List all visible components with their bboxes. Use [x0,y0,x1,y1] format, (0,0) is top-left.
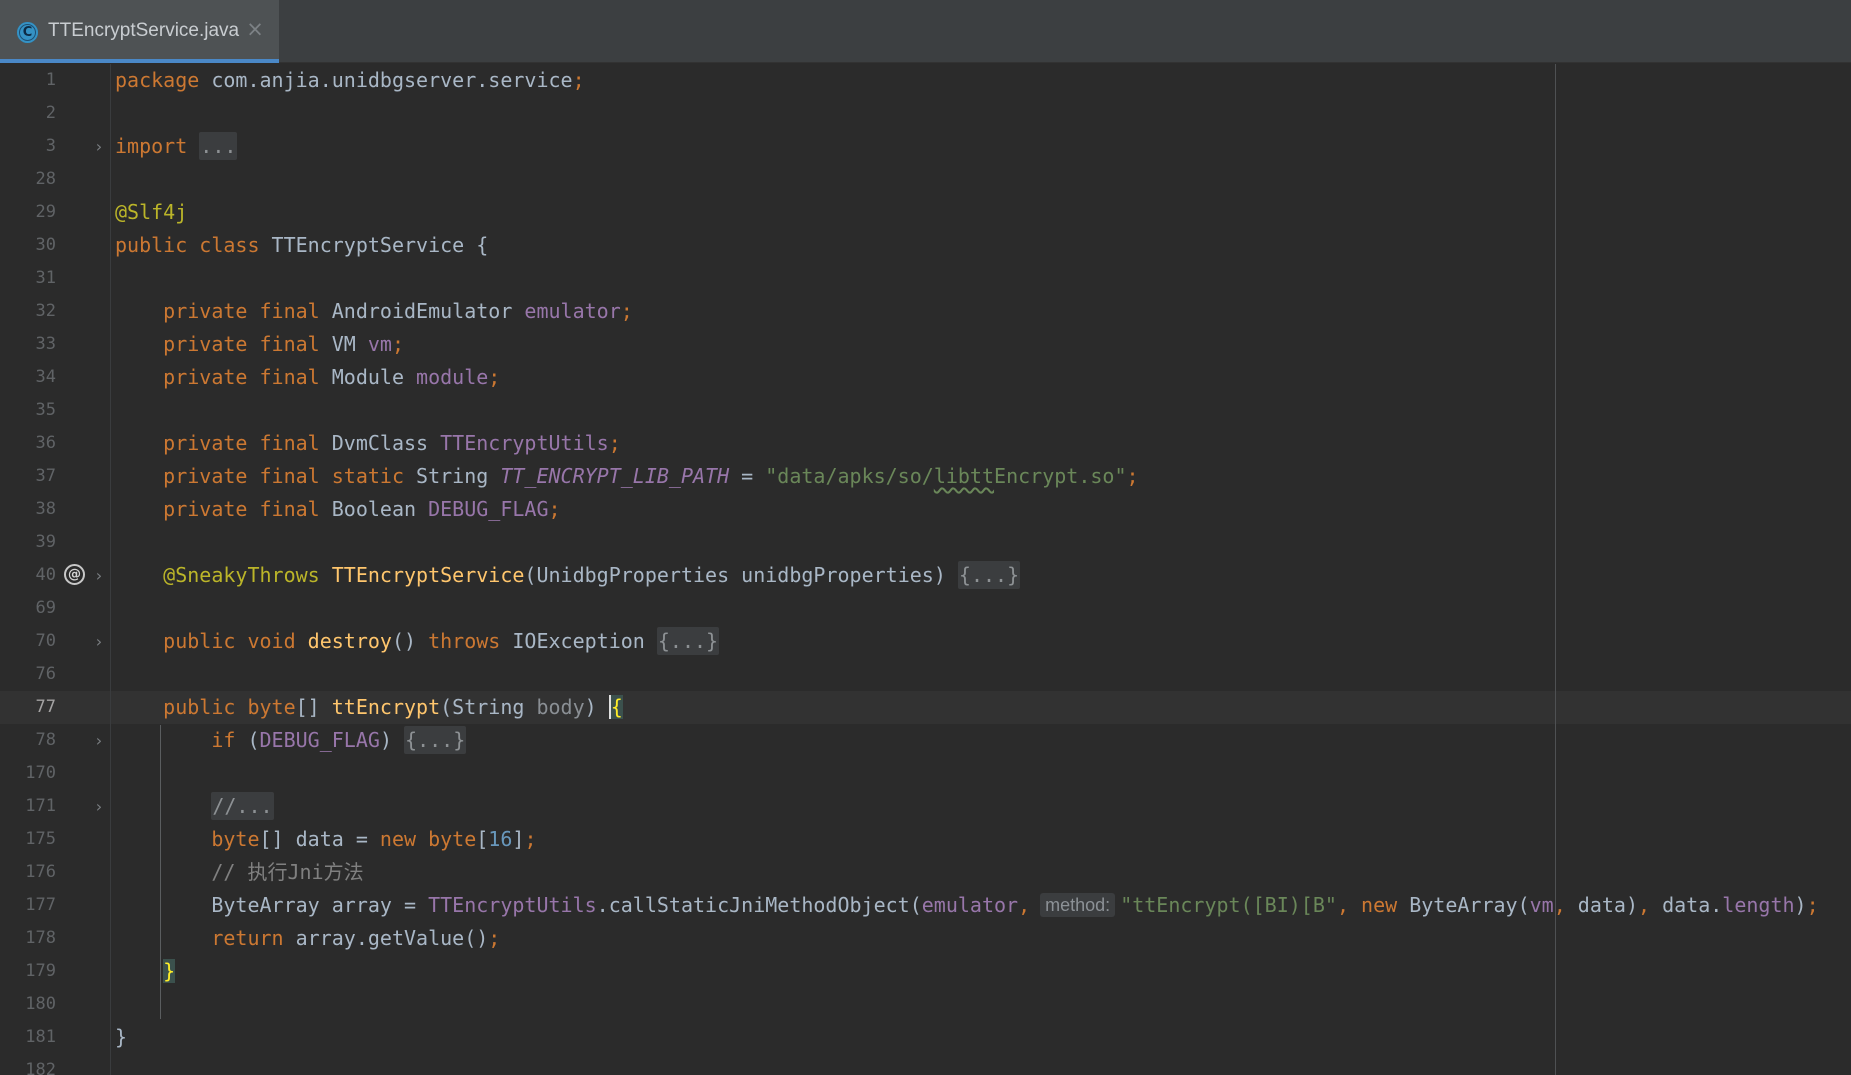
line-number: 29 [35,202,56,222]
code-text: private final static String TT_ENCRYPT_L… [163,464,1139,488]
line-number: 28 [35,169,56,189]
code-text: @SneakyThrows TTEncryptService(UnidbgPro… [163,561,1021,589]
code-text: private final Module module; [163,365,501,389]
line-number: 76 [35,664,56,684]
line-number: 32 [35,301,56,321]
code-line[interactable]: 37 private final static String TT_ENCRYP… [0,460,1851,493]
code-line[interactable]: 29 @Slf4j [0,196,1851,229]
line-number: 177 [25,895,56,915]
line-number: 179 [25,961,56,981]
code-text: import ... [115,132,238,160]
line-number: 40 [35,565,56,585]
chevron-right-icon[interactable]: › [92,625,106,658]
code-text: if (DEBUG_FLAG) {...} [211,726,467,754]
code-text: private final AndroidEmulator emulator; [163,299,633,323]
tab-title: TTEncryptService.java [48,20,240,41]
java-class-icon: C [17,22,38,43]
close-icon[interactable]: × [246,18,264,40]
code-line[interactable]: 178 return array.getValue(); [0,922,1851,955]
code-text: return array.getValue(); [211,926,501,950]
line-number: 175 [25,829,56,849]
code-text: //... [211,792,274,820]
line-number: 77 [35,697,56,717]
line-number: 1 [45,70,56,90]
code-text: public class TTEncryptService { [115,233,489,257]
code-line[interactable]: 38 private final Boolean DEBUG_FLAG; [0,493,1851,526]
line-number: 69 [35,598,56,618]
ide-window: C TTEncryptService.java × 1 package com.… [0,0,1851,1075]
line-number: 70 [35,631,56,651]
code-editor[interactable]: 1 package com.anjia.unidbgserver.service… [0,64,1851,1075]
line-number: 35 [35,400,56,420]
chevron-right-icon[interactable]: › [92,790,106,823]
code-line[interactable]: 35 [0,394,1851,427]
code-text: } [163,959,176,983]
code-line[interactable]: 36 private final DvmClass TTEncryptUtils… [0,427,1851,460]
code-text: private final Boolean DEBUG_FLAG; [163,497,561,521]
code-line-current[interactable]: 77 public byte[] ttEncrypt(String body) … [0,691,1851,724]
chevron-right-icon[interactable]: › [92,724,106,757]
code-line[interactable]: 175 byte[] data = new byte[16]; [0,823,1851,856]
line-number: 181 [25,1027,56,1047]
code-text: private final VM vm; [163,332,405,356]
code-line[interactable]: 177 ByteArray array = TTEncryptUtils.cal… [0,889,1851,922]
line-number: 33 [35,334,56,354]
code-line[interactable]: 181 } [0,1021,1851,1054]
code-text: private final DvmClass TTEncryptUtils; [163,431,621,455]
code-line[interactable]: 179 } [0,955,1851,988]
line-number: 30 [35,235,56,255]
code-line[interactable]: 176 // 执行Jni方法 [0,856,1851,889]
code-text: ByteArray array = TTEncryptUtils.callSta… [115,893,1819,917]
active-tab-indicator [0,59,279,63]
line-number: 171 [25,796,56,816]
code-line[interactable]: 69 [0,592,1851,625]
chevron-right-icon[interactable]: › [92,559,106,592]
line-number: 178 [25,928,56,948]
code-line[interactable]: 76 [0,658,1851,691]
line-number: 170 [25,763,56,783]
code-line[interactable]: 28 [0,163,1851,196]
line-number: 39 [35,532,56,552]
code-line[interactable]: 33 private final VM vm; [0,328,1851,361]
code-line[interactable]: 1 package com.anjia.unidbgserver.service… [0,64,1851,97]
code-line[interactable]: 34 private final Module module; [0,361,1851,394]
code-line[interactable]: 2 [0,97,1851,130]
code-line[interactable]: 3 › import ... [0,130,1851,163]
code-line[interactable]: 170 [0,757,1851,790]
code-line[interactable]: 180 [0,988,1851,1021]
line-number: 180 [25,994,56,1014]
line-number: 37 [35,466,56,486]
parameter-hint: method: [1040,893,1116,917]
code-line[interactable]: 30 public class TTEncryptService { [0,229,1851,262]
line-number: 34 [35,367,56,387]
code-text: } [115,1025,128,1049]
line-number: 182 [25,1060,56,1075]
line-number: 31 [35,268,56,288]
code-text: byte[] data = new byte[16]; [211,827,537,851]
tab-ttencryptservice-java[interactable]: C TTEncryptService.java × [0,0,279,63]
code-line[interactable]: 40 @ › @SneakyThrows TTEncryptService(Un… [0,559,1851,592]
line-number: 78 [35,730,56,750]
code-line[interactable]: 31 [0,262,1851,295]
line-number: 176 [25,862,56,882]
line-number: 3 [45,136,56,156]
code-line[interactable]: 32 private final AndroidEmulator emulato… [0,295,1851,328]
line-number: 38 [35,499,56,519]
code-text: package com.anjia.unidbgserver.service; [115,68,585,92]
at-sign-implementation-icon[interactable]: @ [64,564,85,585]
code-text: public byte[] ttEncrypt(String body) { [163,695,623,719]
code-text: // 执行Jni方法 [211,860,364,884]
code-line[interactable]: 78 › if (DEBUG_FLAG) {...} [0,724,1851,757]
code-text: @Slf4j [115,200,188,224]
code-line[interactable]: 171 › //... [0,790,1851,823]
code-line[interactable]: 39 [0,526,1851,559]
line-number: 36 [35,433,56,453]
line-number: 2 [45,103,56,123]
code-text: public void destroy() throws IOException… [163,627,720,655]
editor-tab-bar: C TTEncryptService.java × [0,0,1851,63]
code-line[interactable]: 182 [0,1054,1851,1075]
code-line[interactable]: 70 › public void destroy() throws IOExce… [0,625,1851,658]
chevron-right-icon[interactable]: › [92,130,106,163]
